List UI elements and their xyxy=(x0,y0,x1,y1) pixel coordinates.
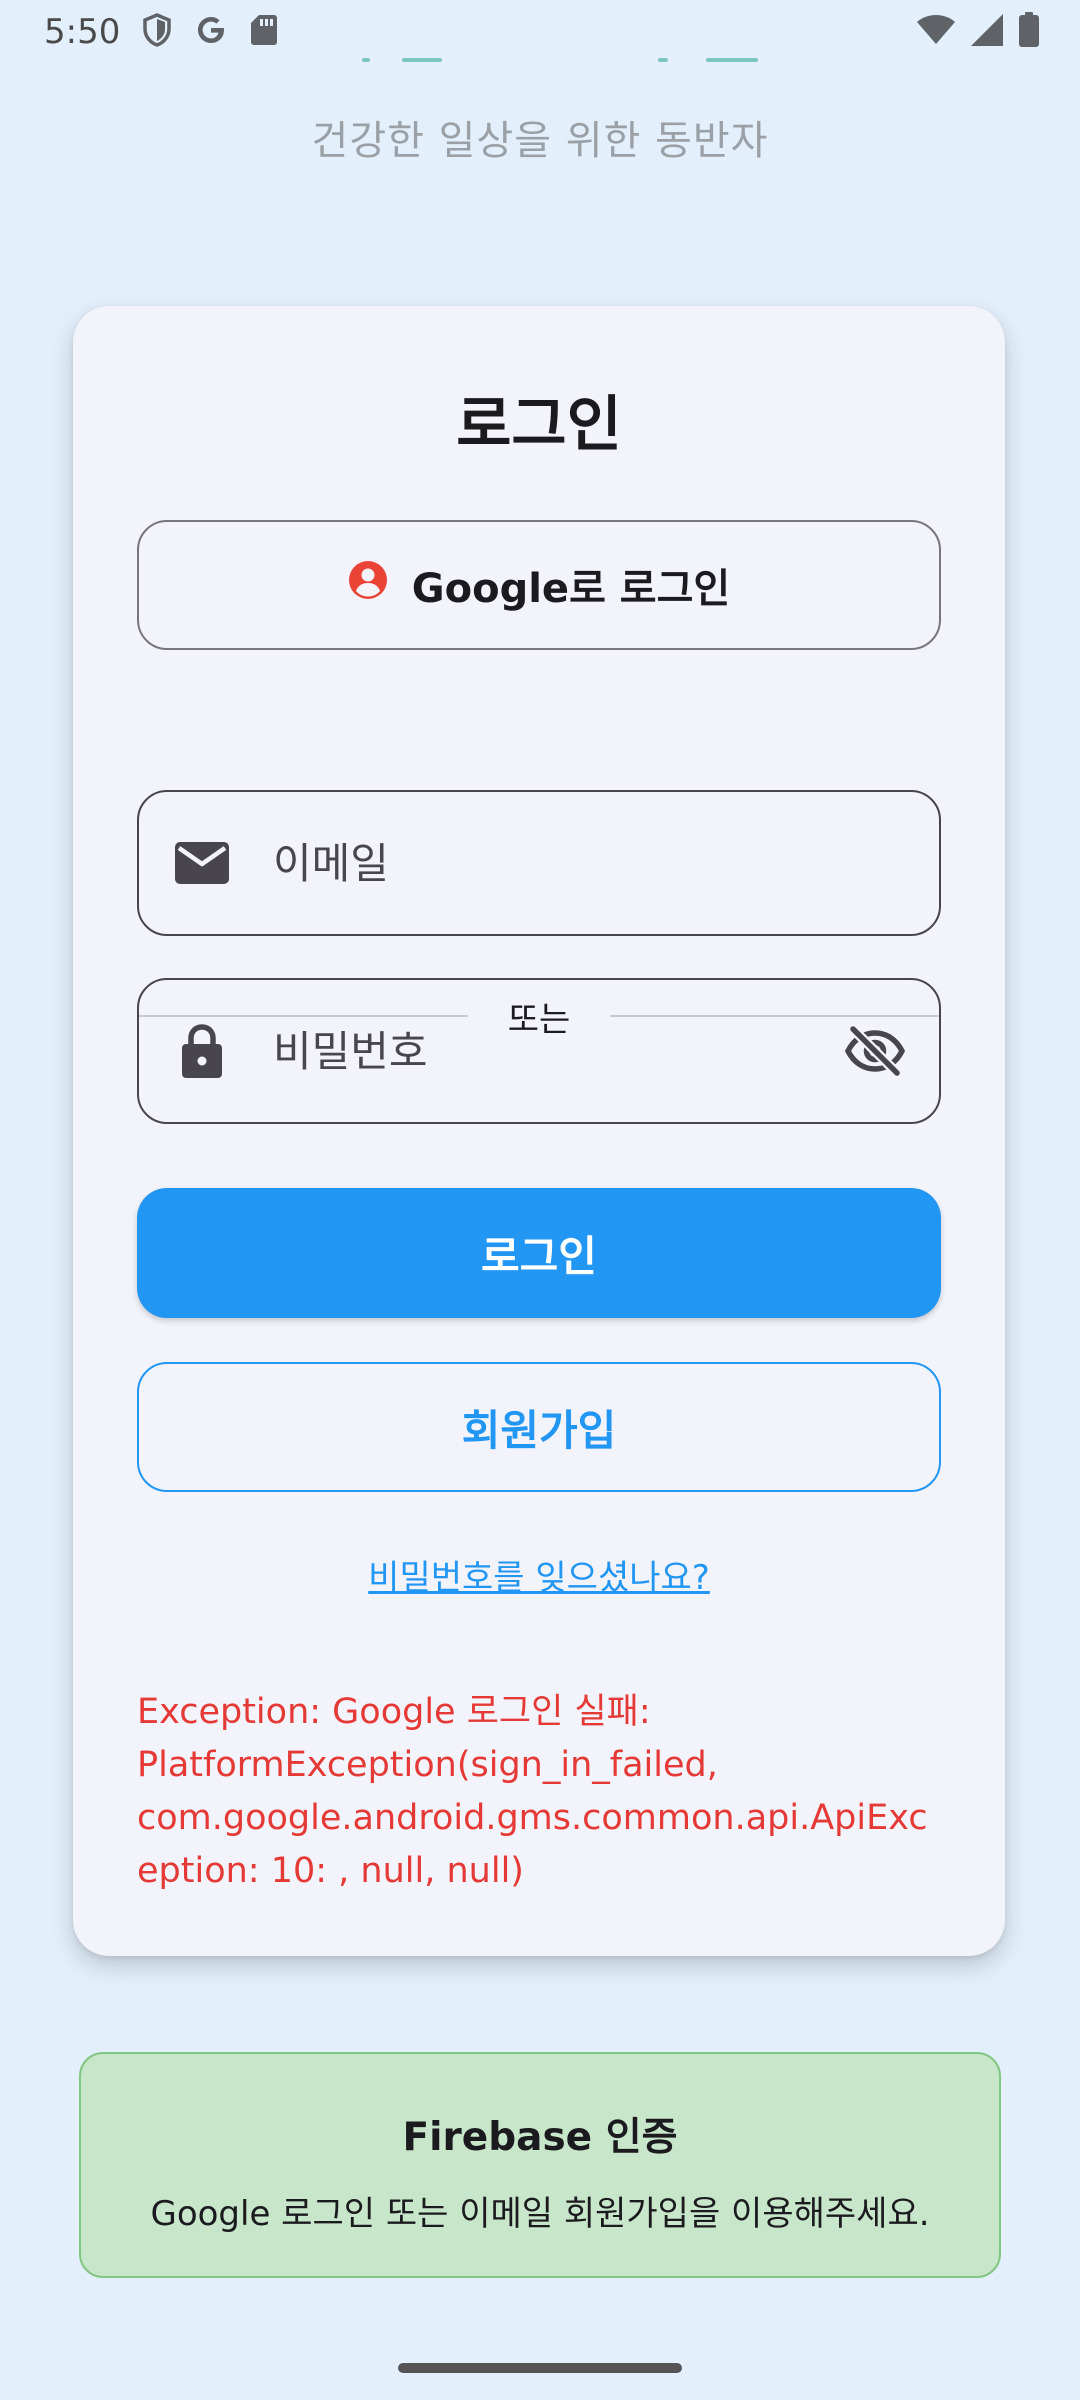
google-login-button[interactable]: Google로 로그인 xyxy=(137,520,941,650)
status-time: 5:50 xyxy=(44,12,121,52)
shield-icon xyxy=(142,13,172,51)
info-title: Firebase 인증 xyxy=(402,2115,678,2160)
app-subtitle: 건강한 일상을 위한 동반자 xyxy=(311,118,769,164)
app-title-remnant xyxy=(402,58,442,62)
battery-icon xyxy=(1018,12,1040,52)
signup-button[interactable]: 회원가입 xyxy=(137,1362,941,1492)
home-indicator[interactable] xyxy=(398,2363,682,2373)
email-input[interactable] xyxy=(273,838,905,888)
visibility-off-icon[interactable] xyxy=(845,1026,905,1076)
lock-icon xyxy=(173,1022,231,1080)
status-bar: 5:50 xyxy=(0,0,1080,64)
login-title: 로그인 xyxy=(456,390,622,460)
status-left: 5:50 xyxy=(44,12,278,52)
mail-icon xyxy=(173,841,231,885)
app-title-remnant xyxy=(362,58,370,62)
wifi-icon xyxy=(916,14,956,50)
forgot-password-link[interactable]: 비밀번호를 잊으셨나요? xyxy=(73,1550,1005,1599)
firebase-info-box: Firebase 인증 Google 로그인 또는 이메일 회원가입을 이용해주… xyxy=(79,2052,1001,2278)
login-button[interactable]: 로그인 xyxy=(137,1188,941,1318)
app-title-remnant xyxy=(706,58,758,62)
info-text: Google 로그인 또는 이메일 회원가입을 이용해주세요. xyxy=(150,2194,930,2234)
sd-card-icon xyxy=(250,13,278,51)
password-field[interactable] xyxy=(137,978,941,1124)
account-circle-icon xyxy=(348,560,388,610)
app-title-remnant xyxy=(658,58,668,62)
email-field[interactable] xyxy=(137,790,941,936)
login-card: 로그인 Google로 로그인 또는 이메일 로그인 회원가입 비밀번호를 잊으… xyxy=(73,306,1005,1956)
cellular-signal-icon xyxy=(970,13,1004,51)
google-g-icon xyxy=(194,13,228,51)
error-message: Exception: Google 로그인 실패: PlatformExcept… xyxy=(137,1692,928,1891)
google-login-label: Google로 로그인 xyxy=(411,566,731,612)
password-input[interactable] xyxy=(273,1026,845,1076)
status-right xyxy=(916,12,1040,52)
